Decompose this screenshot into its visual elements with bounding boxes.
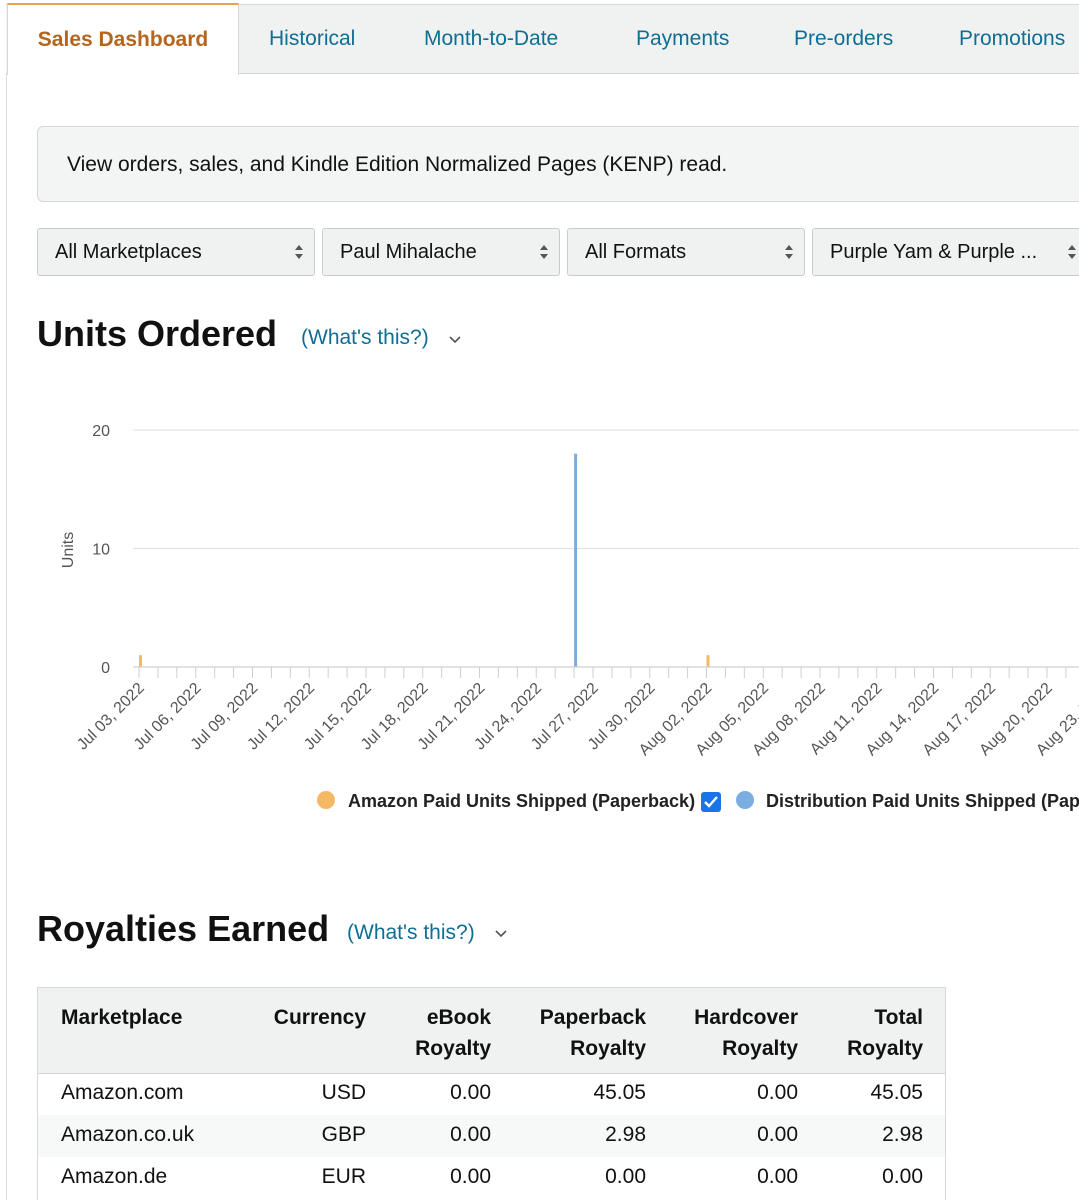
tab-bar: Sales Dashboard Historical Month-to-Date… [0,0,1079,75]
cell-marketplace: Amazon.de [61,1165,168,1188]
units-whats-this-link[interactable]: (What's this?) [301,326,429,350]
col-currency: Currency [273,1006,366,1029]
tab-pre-orders[interactable]: Pre-orders [794,4,893,72]
cell-total: 0.00 [882,1165,923,1188]
legend-distribution-swatch [736,791,754,809]
title-select-value: Purple Yam & Purple ... [830,241,1038,263]
cell-ebook: 0.00 [450,1165,491,1188]
cell-currency: USD [321,1081,366,1104]
y-tick-label: 10 [92,542,110,559]
cell-currency: GBP [321,1123,366,1146]
cell-paperback: 45.05 [593,1081,646,1104]
col-paperback-line2: Royalty [570,1037,646,1060]
chart-bar [574,453,578,667]
units-ordered-chart: 01020UnitsJul 03, 2022Jul 06, 2022Jul 09… [60,423,1079,759]
legend-paperback-checkbox[interactable] [701,792,721,812]
royalties-table: Marketplace Currency eBook Royalty Paperb… [37,987,946,1200]
cell-total: 45.05 [870,1081,923,1104]
col-marketplace: Marketplace [61,1006,183,1029]
marketplace-select-value: All Marketplaces [55,241,202,263]
sort-arrows-icon [295,245,303,259]
tab-sales-dashboard[interactable]: Sales Dashboard [7,3,239,75]
table-header: Marketplace Currency eBook Royalty Paperb… [38,988,945,1074]
cell-hardcover: 0.00 [757,1165,798,1188]
royalties-whats-this-link[interactable]: (What's this?) [347,921,475,945]
table-row: Amazon.com USD 0.00 45.05 0.00 45.05 [38,1073,945,1115]
format-select-value: All Formats [585,241,687,263]
cell-paperback: 2.98 [605,1123,646,1146]
col-total-line2: Royalty [847,1037,923,1060]
cell-marketplace: Amazon.com [61,1081,184,1104]
cell-hardcover: 0.00 [757,1081,798,1104]
table-row: Amazon.de EUR 0.00 0.00 0.00 0.00 [38,1157,945,1199]
format-select[interactable]: All Formats [567,228,805,276]
col-paperback-line1: Paperback [539,1006,646,1029]
cell-marketplace: Amazon.co.uk [61,1123,195,1146]
cell-ebook: 0.00 [450,1123,491,1146]
title-select[interactable]: Purple Yam & Purple ... [812,228,1079,276]
y-tick-label: 0 [101,660,110,677]
col-total-line1: Total [874,1006,923,1029]
tab-payments[interactable]: Payments [636,4,729,72]
author-select[interactable]: Paul Mihalache [322,228,560,276]
royalties-earned-title: Royalties Earned [37,908,330,949]
col-ebook-royalty: eBook Royalty [415,1002,491,1064]
cell-currency: EUR [321,1165,366,1188]
cell-total: 2.98 [882,1123,923,1146]
col-ebook-line1: eBook [426,1006,491,1029]
y-axis-label: Units [60,532,77,568]
author-select-value: Paul Mihalache [340,241,477,263]
sort-arrows-icon [1068,245,1076,259]
info-text: View orders, sales, and Kindle Edition N… [67,153,728,176]
legend-paperback-swatch [317,791,335,809]
tab-promotions[interactable]: Promotions [959,4,1065,72]
chevron-down-icon[interactable] [494,929,508,939]
legend-paperback-label[interactable]: Amazon Paid Units Shipped (Paperback) [348,791,695,812]
tab-historical[interactable]: Historical [269,4,355,72]
col-paperback-royalty: Paperback Royalty [540,1002,646,1064]
cell-paperback: 0.00 [605,1165,646,1188]
cell-ebook: 0.00 [450,1081,491,1104]
col-hardcover-royalty: Hardcover Royalty [694,1002,798,1064]
col-total-royalty: Total Royalty [847,1002,923,1064]
sort-arrows-icon [785,245,793,259]
col-hardcover-line1: Hardcover [694,1006,798,1029]
table-row: Amazon.co.uk GBP 0.00 2.98 0.00 2.98 [38,1115,945,1157]
tab-month-to-date[interactable]: Month-to-Date [424,4,558,72]
cell-hardcover: 0.00 [757,1123,798,1146]
chart-bar [139,655,142,667]
info-banner: View orders, sales, and Kindle Edition N… [37,126,1079,202]
y-tick-label: 20 [92,423,110,440]
sort-arrows-icon [540,245,548,259]
legend-distribution-label[interactable]: Distribution Paid Units Shipped (Pap [766,791,1079,812]
col-ebook-line2: Royalty [415,1037,491,1060]
marketplace-select[interactable]: All Marketplaces [37,228,315,276]
col-hardcover-line2: Royalty [722,1037,798,1060]
checkmark-icon [704,796,718,808]
chevron-down-icon[interactable] [448,335,462,345]
units-ordered-title: Units Ordered [37,313,278,354]
chart-bar [706,655,710,667]
